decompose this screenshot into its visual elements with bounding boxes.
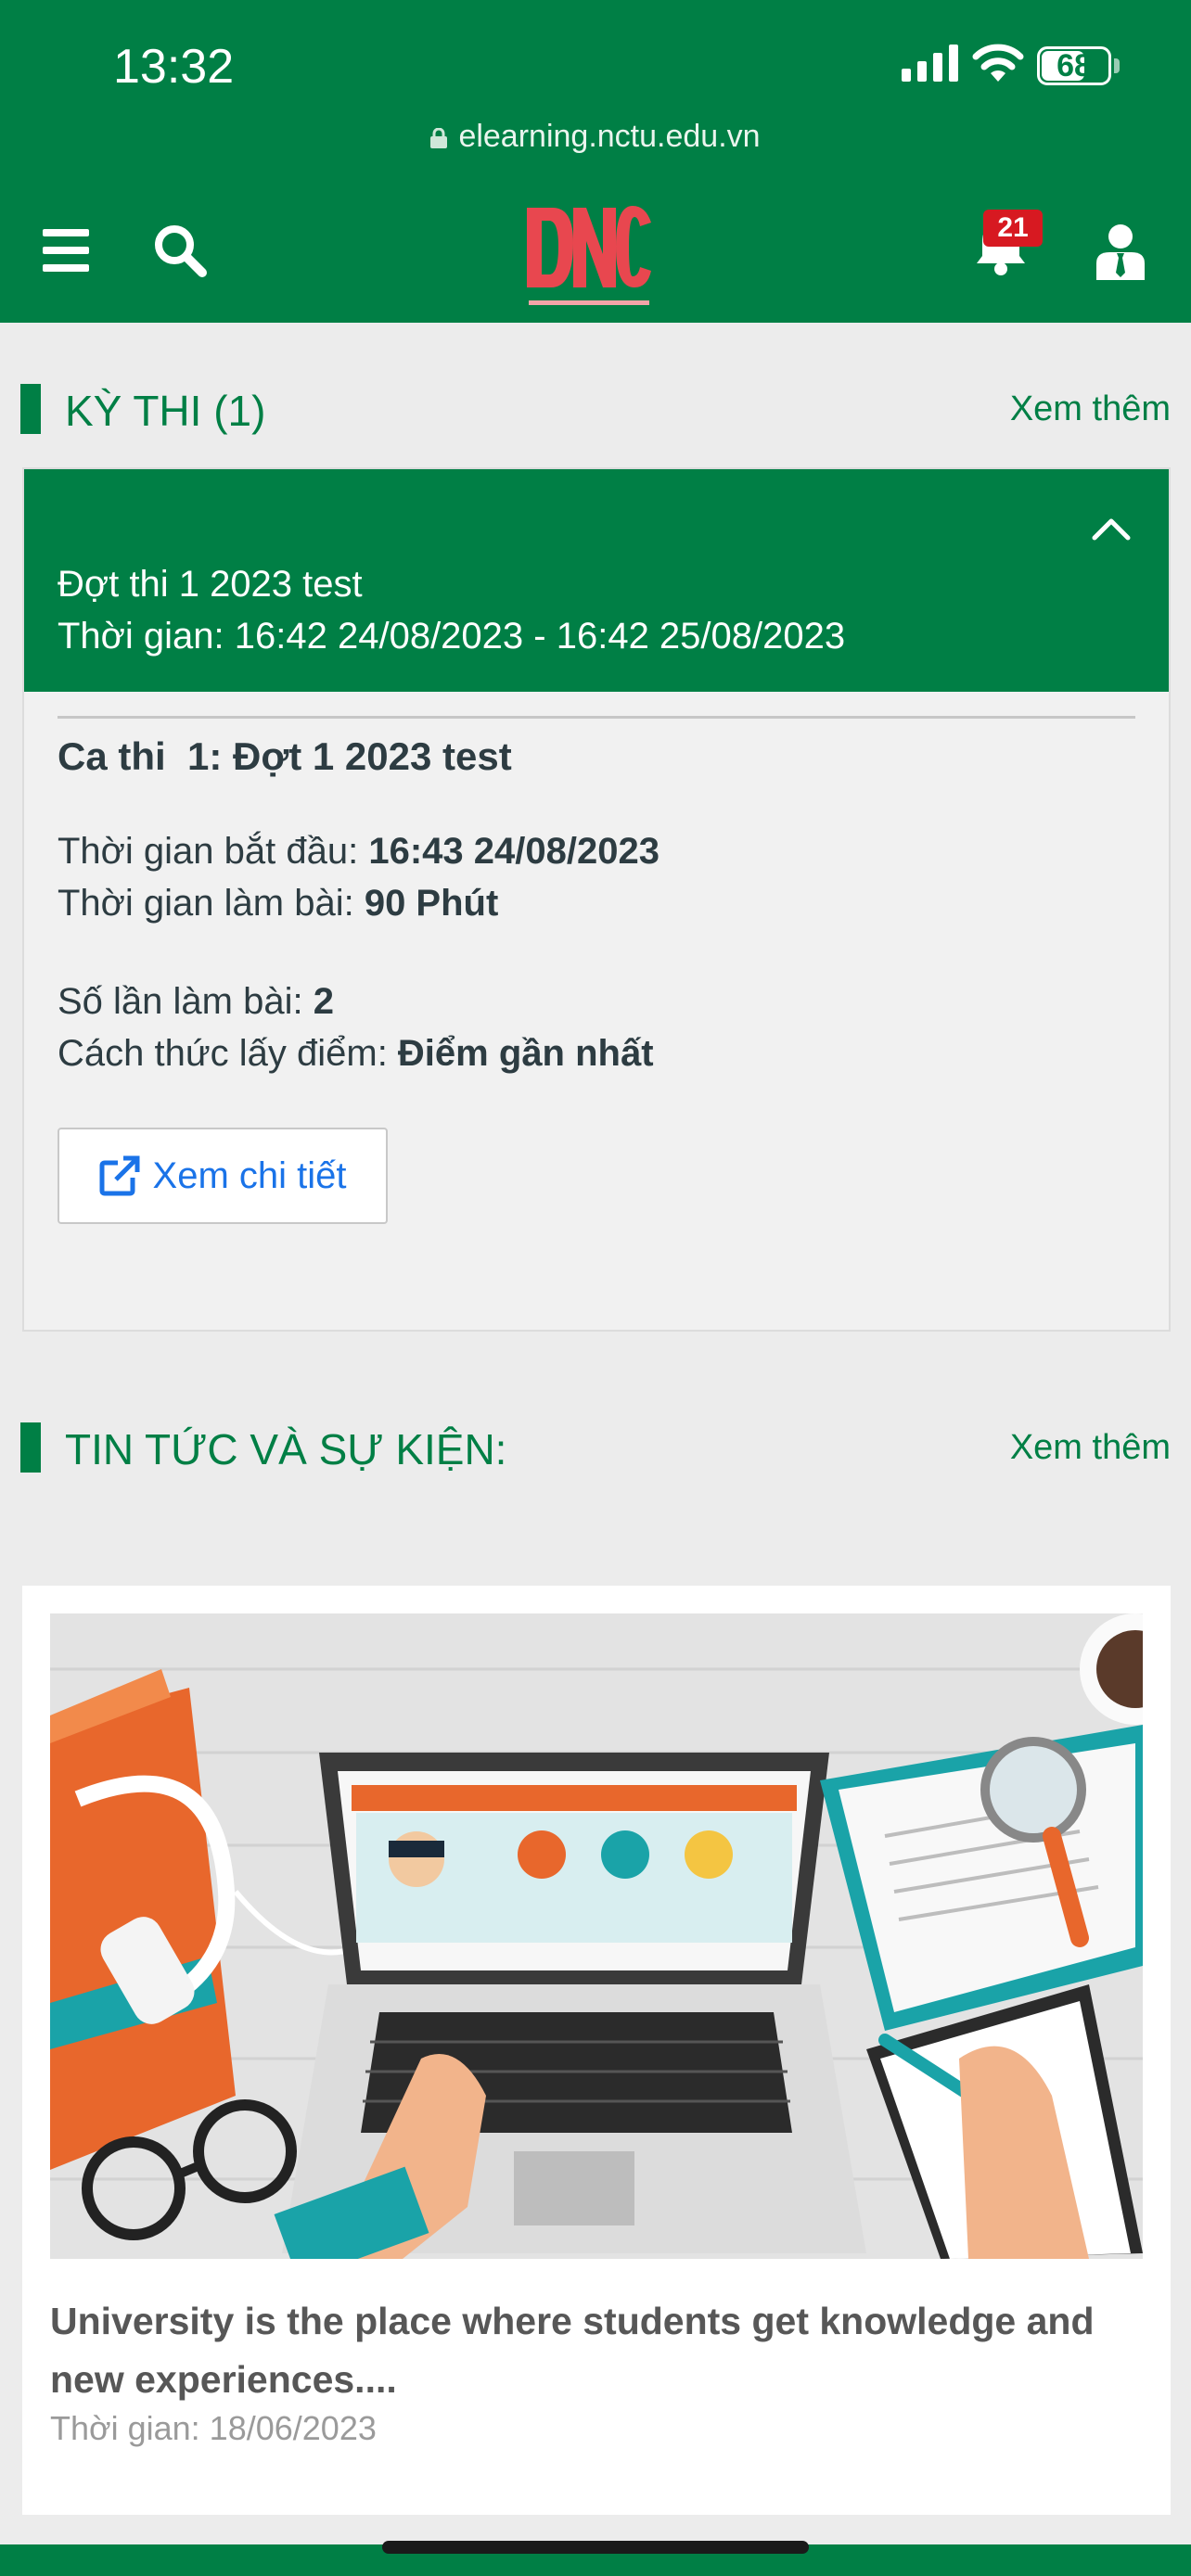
lock-icon bbox=[430, 128, 448, 148]
account-button[interactable] bbox=[1095, 221, 1146, 282]
exam-card-header[interactable]: Đợt thi 1 2023 test Thời gian: 16:42 24/… bbox=[24, 469, 1169, 692]
view-detail-label: Xem chi tiết bbox=[152, 1154, 347, 1196]
start-time-row: Thời gian bắt đầu: 16:43 24/08/2023 bbox=[58, 831, 660, 873]
attempts-label: Số lần làm bài: bbox=[58, 981, 314, 1022]
battery-percent: 68 bbox=[1057, 48, 1092, 83]
laptop-workspace-illustration bbox=[50, 1613, 1143, 2259]
news-section-title: TIN TỨC VÀ SỰ KIỆN: bbox=[65, 1425, 507, 1473]
exam-section-header: KỲ THI (1) Xem thêm bbox=[20, 380, 1171, 436]
scoring-value: Điểm gần nhất bbox=[397, 1033, 654, 1074]
home-indicator[interactable] bbox=[382, 2541, 809, 2554]
university-logo[interactable] bbox=[519, 189, 659, 315]
user-icon bbox=[1096, 224, 1145, 280]
exam-see-more-link[interactable]: Xem thêm bbox=[1010, 389, 1171, 429]
exam-section-title: KỲ THI (1) bbox=[65, 387, 266, 435]
exam-name: Đợt thi 1 2023 test bbox=[58, 564, 363, 605]
menu-button[interactable] bbox=[43, 223, 95, 278]
scoring-label: Cách thức lấy điểm: bbox=[58, 1033, 398, 1074]
chevron-up-icon[interactable] bbox=[1089, 506, 1133, 551]
search-button[interactable] bbox=[148, 219, 211, 282]
duration-value: 90 Phút bbox=[364, 883, 499, 924]
cellular-signal-icon bbox=[902, 45, 958, 82]
news-see-more-link[interactable]: Xem thêm bbox=[1010, 1428, 1171, 1468]
exam-card: Đợt thi 1 2023 test Thời gian: 16:42 24/… bbox=[22, 467, 1171, 1332]
view-detail-button[interactable]: Xem chi tiết bbox=[58, 1128, 388, 1224]
section-accent-bar bbox=[20, 384, 41, 434]
attempts-value: 2 bbox=[313, 981, 334, 1022]
duration-label: Thời gian làm bài: bbox=[58, 883, 365, 924]
news-section-header: TIN TỨC VÀ SỰ KIỆN: Xem thêm bbox=[20, 1419, 1171, 1474]
status-time: 13:32 bbox=[113, 40, 235, 94]
search-icon bbox=[155, 225, 207, 277]
battery-tip bbox=[1114, 58, 1120, 73]
news-title[interactable]: University is the place where students g… bbox=[50, 2292, 1145, 2409]
wifi-icon bbox=[972, 44, 1024, 82]
exam-time-range: Thời gian: 16:42 24/08/2023 - 16:42 25/0… bbox=[58, 616, 846, 657]
session-title: Ca thi 1: Đợt 1 2023 test bbox=[58, 734, 512, 778]
news-image[interactable] bbox=[50, 1613, 1143, 2259]
news-date: Thời gian: 18/06/2023 bbox=[50, 2409, 377, 2447]
news-card[interactable]: University is the place where students g… bbox=[22, 1586, 1171, 2515]
hamburger-icon bbox=[43, 229, 89, 272]
scoring-row: Cách thức lấy điểm: Điểm gần nhất bbox=[58, 1033, 654, 1075]
duration-row: Thời gian làm bài: 90 Phút bbox=[58, 883, 498, 925]
url-bar[interactable]: elearning.nctu.edu.vn bbox=[0, 119, 1191, 155]
start-time-value: 16:43 24/08/2023 bbox=[368, 831, 660, 872]
attempts-row: Số lần làm bài: 2 bbox=[58, 981, 334, 1023]
external-link-icon bbox=[99, 1155, 140, 1196]
battery-indicator: 68 bbox=[1037, 46, 1111, 85]
section-accent-bar bbox=[20, 1422, 41, 1473]
top-header: 13:32 68 elearning.nctu.edu.vn 21 bbox=[0, 0, 1191, 323]
url-text: elearning.nctu.edu.vn bbox=[458, 119, 761, 154]
start-time-label: Thời gian bắt đầu: bbox=[58, 831, 369, 872]
divider bbox=[58, 716, 1135, 719]
notification-badge: 21 bbox=[983, 210, 1043, 247]
